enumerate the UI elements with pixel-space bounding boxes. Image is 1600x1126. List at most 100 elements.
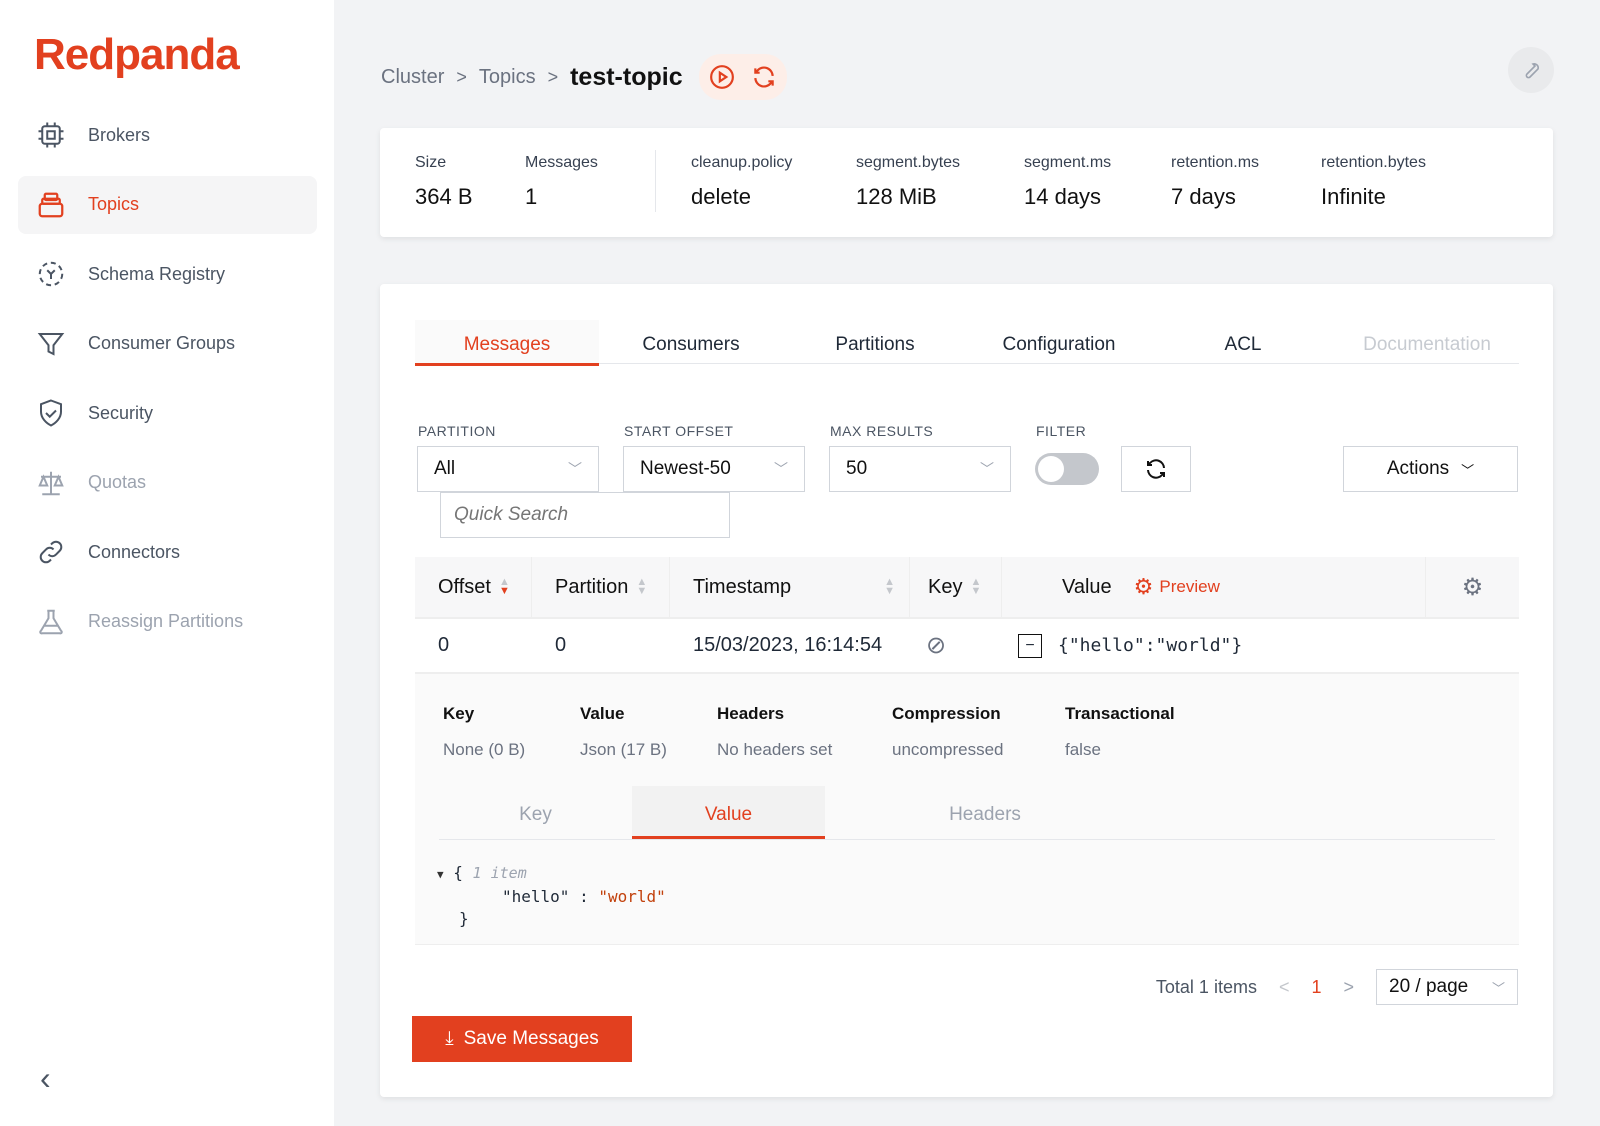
collapse-row-icon[interactable]: − [1018,633,1042,658]
topic-actions [698,54,787,100]
sidebar-item-quotas[interactable]: Quotas [18,454,317,512]
stat-value: 14 days [1024,184,1102,209]
tab-documentation[interactable]: Documentation [1335,320,1519,363]
meta-transactional: Transactional false [1065,704,1175,760]
total-items: Total 1 items [1155,976,1257,997]
cell-partition: 0 [555,634,567,656]
refresh-icon [1147,459,1165,479]
json-value: "world" [598,887,666,906]
tab-acl[interactable]: ACL [1151,320,1335,363]
start-offset-select[interactable]: Newest-50 ﹀ [623,446,805,492]
sidebar-item-schema-registry[interactable]: Schema Registry [18,245,317,303]
detail-tab-key[interactable]: Key [439,786,632,839]
column-timestamp[interactable]: Timestamp ▲ ▼ [670,557,910,617]
stat-label: segment.bytes [856,154,961,171]
stat-label: Messages [525,154,598,171]
refresh-button[interactable] [1121,446,1191,492]
sidebar-item-topics[interactable]: Topics [18,175,317,234]
prev-page-icon[interactable]: < [1279,977,1290,998]
expand-triangle-icon[interactable]: ▼ [437,868,444,881]
redpanda-logo[interactable]: Redpanda [34,30,240,80]
messages-panel: Messages Consumers Partitions Configurat… [380,284,1553,1097]
actions-label: Actions [1386,458,1450,479]
start-offset-value: Newest-50 [640,458,731,479]
partition-label: PARTITION [418,423,496,439]
sidebar-item-label: Reassign Partitions [88,611,244,631]
play-icon[interactable] [709,64,735,90]
message-details: Key None (0 B) Value Json (17 B) Headers No… [415,674,1519,945]
column-offset[interactable]: Offset ▲ ▼ [415,557,532,617]
sidebar-item-label: Consumer Groups [88,333,236,353]
page-size-select[interactable]: 20 / page ﹀ [1376,969,1518,1005]
stat-retention-ms: retention.ms 7 days [1171,154,1321,237]
sidebar-item-security[interactable]: Security [18,384,317,442]
column-key[interactable]: Key ▲ ▼ [910,557,1002,617]
sidebar-item-label: Topics [88,194,140,214]
stat-value: 364 B [415,184,473,209]
table-row[interactable]: 0 0 15/03/2023, 16:14:54 ⊘ − {"hello":"w… [415,617,1519,674]
page-1[interactable]: 1 [1311,977,1321,998]
divider [655,150,656,212]
collapse-sidebar-button[interactable]: ‹ [40,1060,51,1097]
next-page-icon[interactable]: > [1343,977,1354,998]
column-value: Value ⚙ Preview [1002,557,1426,617]
max-results-label: MAX RESULTS [830,423,934,439]
download-icon: ⤓ [445,1028,454,1049]
column-settings-icon[interactable]: ⚙ [1426,573,1519,602]
quick-search-input[interactable] [440,492,730,538]
meta-label: Headers [717,704,785,723]
detail-tab-headers[interactable]: Headers [825,786,1145,839]
max-results-select[interactable]: 50 ﹀ [829,446,1011,492]
breadcrumb-cluster[interactable]: Cluster [381,66,444,89]
sort-icon: ▲ ▼ [970,576,982,597]
json-brace: { [453,863,463,882]
gear-icon: ⚙ [1133,574,1154,599]
sort-icon: ▲ ▼ [499,576,510,597]
partition-value: All [434,458,456,479]
sidebar-item-connectors[interactable]: Connectors [18,523,317,581]
chevron-down-icon: ﹀ [774,461,788,477]
sort-icon: ▲ ▼ [884,576,895,597]
json-viewer: ▼ { 1 item "hello" : "world" } [437,862,666,930]
stat-size: Size 364 B [415,154,525,237]
sidebar-item-consumer-groups[interactable]: Consumer Groups [18,315,317,373]
column-label: Offset [438,575,491,598]
table-header: Offset ▲ ▼ Partition ▲ ▼ Timestamp ▲ ▼ Key ▲ ▼ V… [415,557,1519,617]
tab-partitions[interactable]: Partitions [783,320,967,363]
refresh-icon[interactable] [751,64,777,90]
tab-consumers[interactable]: Consumers [599,320,783,363]
meta-label: Key [443,704,475,723]
cell-value: − {"hello":"world"} [1002,633,1242,658]
link-icon [39,540,63,564]
meta-value: No headers set [717,740,833,759]
chevron-right-icon: > [547,66,559,87]
meta-value: false [1065,740,1101,759]
partition-select[interactable]: All ﹀ [417,446,599,492]
stat-retention-bytes: retention.bytes Infinite [1321,154,1426,237]
filter-toggle[interactable] [1035,453,1099,485]
tab-configuration[interactable]: Configuration [967,320,1151,363]
chevron-down-icon: ﹀ [1461,462,1475,478]
tab-messages[interactable]: Messages [415,320,599,366]
page-title: test-topic [570,62,683,91]
detail-tab-value[interactable]: Value [632,786,825,839]
topic-stats: Size 364 B Messages 1 cleanup.policy delete… [380,128,1553,237]
sidebar-item-reassign-partitions[interactable]: Reassign Partitions [18,593,317,651]
column-label: Value [1062,575,1112,598]
chevron-down-icon: ﹀ [1491,980,1505,996]
cell-offset: 0 [438,634,450,656]
meta-value: Json (17 B) [580,740,667,759]
topic-tabs: Messages Consumers Partitions Configurat… [415,320,1519,366]
column-partition[interactable]: Partition ▲ ▼ [532,557,670,617]
wrench-icon[interactable] [1508,47,1554,93]
sidebar-item-brokers[interactable]: Brokers [18,106,317,164]
actions-dropdown[interactable]: Actions ﹀ [1343,446,1518,492]
filter-label: FILTER [1036,423,1087,439]
save-messages-button[interactable]: ⤓ Save Messages [412,1016,632,1062]
stat-value: 7 days [1171,184,1236,209]
json-colon: : [569,887,599,906]
preview-button[interactable]: ⚙ Preview [1134,574,1220,600]
sidebar-nav: Brokers Topics Schema Registry Consumer … [18,106,317,662]
breadcrumb-topics[interactable]: Topics [479,66,536,89]
meta-label: Transactional [1065,704,1175,723]
